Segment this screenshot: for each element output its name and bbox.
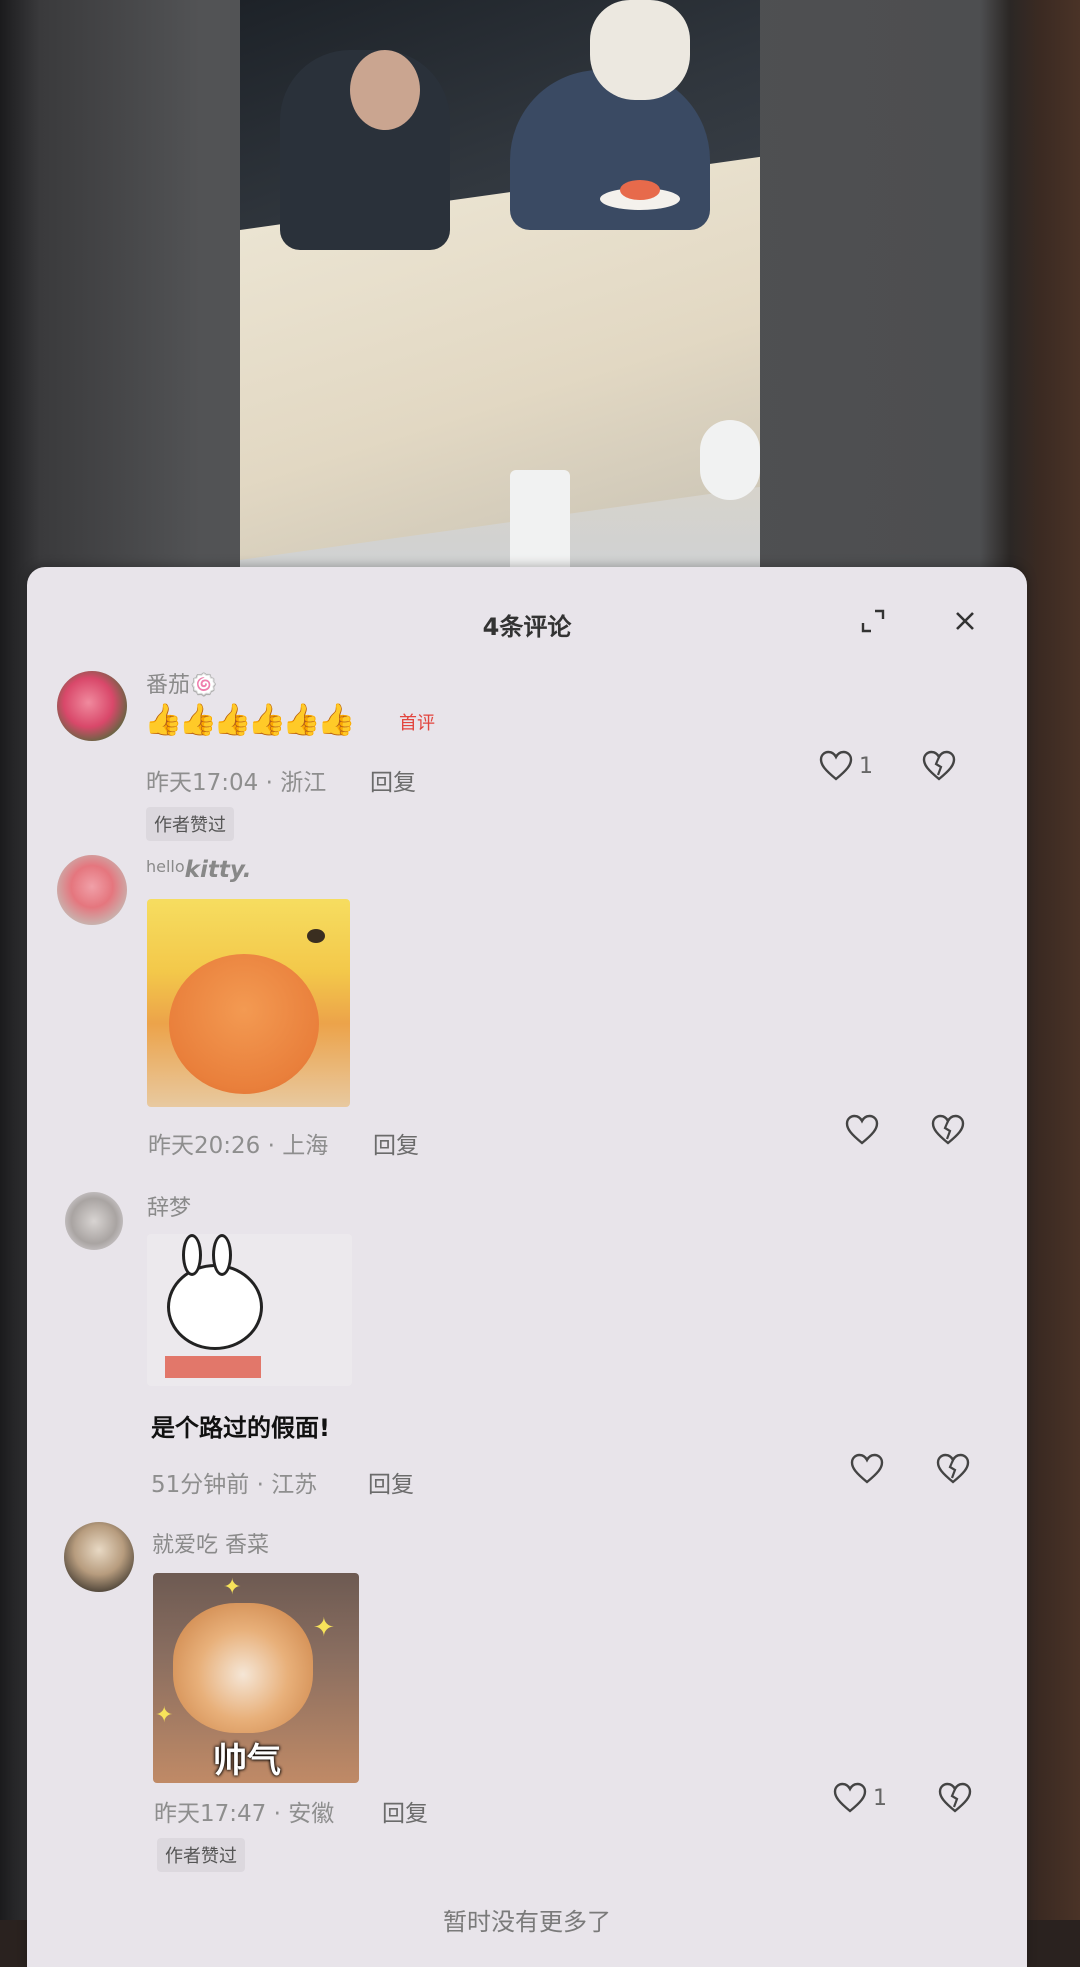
sparkle-icon: ✦ [223, 1575, 242, 1600]
sticker-image[interactable]: ✦ ✦ ✦ 帅气 [153, 1573, 359, 1783]
comment-time-location: 昨天20:26 · 上海 [148, 1133, 329, 1159]
photo-table-leg [700, 420, 760, 500]
sticker-rabbit-face [167, 1264, 263, 1350]
first-comment-tag: 首评 [399, 713, 435, 734]
reply-button[interactable]: 回复 [373, 1126, 419, 1160]
like-count: 1 [859, 753, 873, 779]
photo-fruit [620, 180, 660, 200]
close-icon [956, 612, 974, 630]
avatar[interactable] [57, 855, 127, 925]
broken-heart-icon [936, 1453, 970, 1484]
expand-icon [861, 609, 885, 633]
dislike-button[interactable] [938, 1782, 972, 1818]
sticker-face [169, 954, 319, 1094]
reply-button[interactable]: 回复 [382, 1794, 428, 1828]
dislike-button[interactable] [936, 1453, 970, 1489]
heart-icon [819, 750, 853, 781]
sparkle-icon: ✦ [313, 1613, 335, 1643]
sticker-caption: 是个路过的假面! [151, 1414, 330, 1442]
like-button[interactable]: 1 [819, 750, 873, 782]
dislike-button[interactable] [922, 750, 956, 786]
comment-text: 👍👍👍👍👍👍 [144, 702, 356, 738]
comment-time-location: 昨天17:04 · 浙江 [146, 770, 327, 796]
photo-head-left [350, 50, 420, 130]
comment-username[interactable]: 番茄🍥 [146, 667, 217, 699]
sticker-caption: 帅气 [213, 1741, 281, 1781]
expand-button[interactable] [849, 597, 897, 645]
heart-icon [850, 1453, 884, 1484]
reply-button[interactable]: 回复 [370, 763, 416, 797]
like-button[interactable] [845, 1114, 885, 1146]
comment-username[interactable]: 就爱吃 香菜 [152, 1527, 269, 1559]
avatar[interactable] [64, 1522, 134, 1592]
heart-icon [845, 1114, 879, 1145]
broken-heart-icon [938, 1782, 972, 1813]
comment-time-location: 昨天17:47 · 安徽 [154, 1801, 335, 1827]
broken-heart-icon [922, 750, 956, 781]
broken-heart-icon [931, 1114, 965, 1145]
like-count: 1 [873, 1785, 887, 1811]
photo-table-leg [510, 470, 570, 580]
comment-username[interactable]: 辞梦 [147, 1190, 191, 1222]
comment-time-location: 51分钟前 · 江苏 [151, 1472, 318, 1498]
sparkle-icon: ✦ [155, 1703, 174, 1728]
like-button[interactable]: 1 [833, 1782, 887, 1814]
sticker-rabbit-ear [212, 1234, 232, 1276]
comments-sheet: 4条评论 番茄🍥 👍👍👍👍👍👍 首评 昨天17:04 · 浙江 回复 作者赞过 … [27, 567, 1027, 1967]
avatar[interactable] [65, 1192, 123, 1250]
close-button[interactable] [941, 597, 989, 645]
sticker-stamp [165, 1356, 261, 1378]
sticker-dog-face [173, 1603, 313, 1733]
like-button[interactable] [850, 1453, 890, 1485]
dislike-button[interactable] [931, 1114, 965, 1150]
post-photo[interactable] [240, 0, 760, 580]
reply-button[interactable]: 回复 [368, 1465, 414, 1499]
heart-icon [833, 1782, 867, 1813]
avatar[interactable] [57, 671, 127, 741]
sticker-rabbit-ear [182, 1234, 202, 1276]
author-liked-badge: 作者赞过 [146, 807, 234, 841]
comment-username[interactable]: hellokitty. [146, 857, 251, 883]
photo-mask-head [590, 0, 690, 100]
sticker-eye [307, 929, 325, 943]
sticker-image[interactable] [147, 1234, 352, 1386]
author-liked-badge: 作者赞过 [157, 1838, 245, 1872]
sticker-image[interactable] [147, 899, 350, 1107]
